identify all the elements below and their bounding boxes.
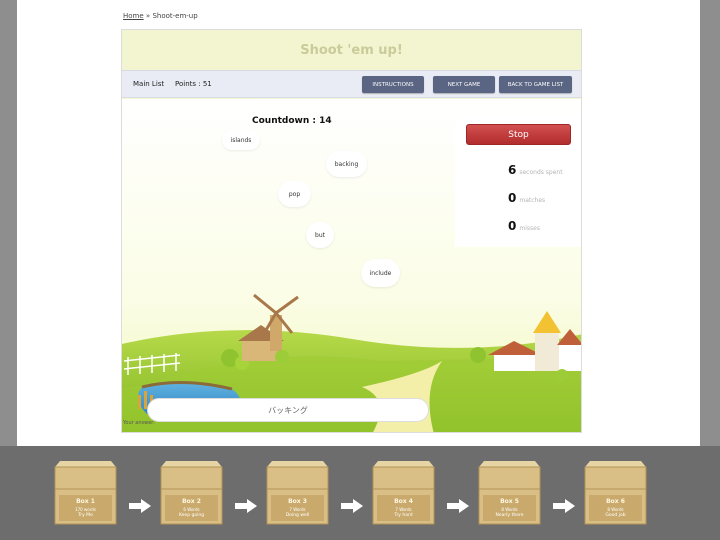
box-2-crate[interactable]: Box 2 6 Words Keep going (160, 459, 223, 525)
box-3-name: Box 3 (288, 498, 307, 505)
box-2-count: 6 Words (183, 507, 200, 512)
arrow-right-icon (235, 499, 257, 513)
misses-value: 0 (508, 219, 517, 233)
box-5-crate[interactable]: Box 5 8 Words Nearly there (478, 459, 541, 525)
arrow-right-icon (553, 499, 575, 513)
box-2-status: Keep going (178, 513, 205, 518)
seconds-spent-label: seconds spent (519, 169, 563, 176)
game-title: Shoot 'em up! (300, 42, 403, 58)
next-game-button[interactable]: NEXT GAME (433, 76, 495, 93)
page-margin-right (700, 0, 720, 446)
box-1-status: Try Me (78, 513, 93, 518)
box-4-crate[interactable]: Box 4 7 Words Try hard (372, 459, 435, 525)
matches-value: 0 (508, 191, 517, 205)
breadcrumb-separator: » (145, 12, 151, 20)
matches-label: matches (519, 197, 546, 204)
word-bubble-but[interactable]: but (306, 222, 334, 248)
box-1-crate[interactable]: Box 1 170 words Try Me (54, 459, 117, 525)
back-to-game-list-button[interactable]: BACK TO GAME LIST (499, 76, 572, 93)
word-bubble-pop[interactable]: pop (278, 181, 311, 207)
box-4-status: Try hard (394, 513, 413, 518)
instructions-button[interactable]: INSTRUCTIONS (362, 76, 424, 93)
game-title-bar: Shoot 'em up! (122, 30, 581, 70)
box-3-count: 7 Words (289, 507, 306, 512)
word-bubble-backing[interactable]: backing (326, 151, 367, 177)
box-2-name: Box 2 (182, 498, 201, 505)
box-6-status: Good job (605, 513, 626, 518)
points-display: Points : 51 (175, 80, 212, 88)
stop-button[interactable]: Stop (466, 124, 571, 145)
arrow-right-icon (341, 499, 363, 513)
countdown-timer: Countdown : 14 (252, 116, 332, 126)
misses-label: misses (519, 225, 540, 232)
seconds-spent-stat: 6 seconds spent (508, 159, 563, 178)
arrow-right-icon (129, 499, 151, 513)
box-5-status: Nearly there (495, 513, 524, 518)
breadcrumb-current: Shoot-em-up (152, 12, 198, 20)
seconds-spent-value: 6 (508, 163, 517, 177)
stats-panel: Stop 6 seconds spent 0 matches 0 misses (455, 115, 581, 247)
box-6-crate[interactable]: Box 6 8 Words Good job (584, 459, 647, 525)
breadcrumb-home-link[interactable]: Home (123, 12, 144, 20)
page-margin-left (0, 0, 17, 446)
box-4-count: 7 Words (395, 507, 412, 512)
breadcrumb: Home » Shoot-em-up (123, 12, 198, 20)
box-1-count: 170 words (75, 507, 96, 512)
matches-stat: 0 matches (508, 187, 545, 206)
box-1-name: Box 1 (76, 498, 95, 505)
box-5-name: Box 5 (500, 498, 519, 505)
misses-stat: 0 misses (508, 215, 540, 234)
arrow-right-icon (447, 499, 469, 513)
box-5-count: 8 Words (501, 507, 518, 512)
word-bubble-islands[interactable]: islands (222, 130, 260, 150)
answer-display: バッキング (147, 398, 429, 422)
game-frame: Shoot 'em up! Main List Points : 51 INST… (121, 29, 582, 433)
box-3-crate[interactable]: Box 3 7 Words Doing well (266, 459, 329, 525)
box-6-count: 8 Words (607, 507, 624, 512)
box-6-name: Box 6 (606, 498, 625, 505)
box-4-name: Box 4 (394, 498, 413, 505)
main-list-link[interactable]: Main List (133, 80, 164, 88)
word-bubble-include[interactable]: include (361, 259, 400, 287)
answer-caption: Your answer: (123, 420, 155, 426)
box-3-status: Doing well (285, 513, 310, 518)
game-nav-bar: Main List Points : 51 INSTRUCTIONS NEXT … (122, 70, 581, 98)
